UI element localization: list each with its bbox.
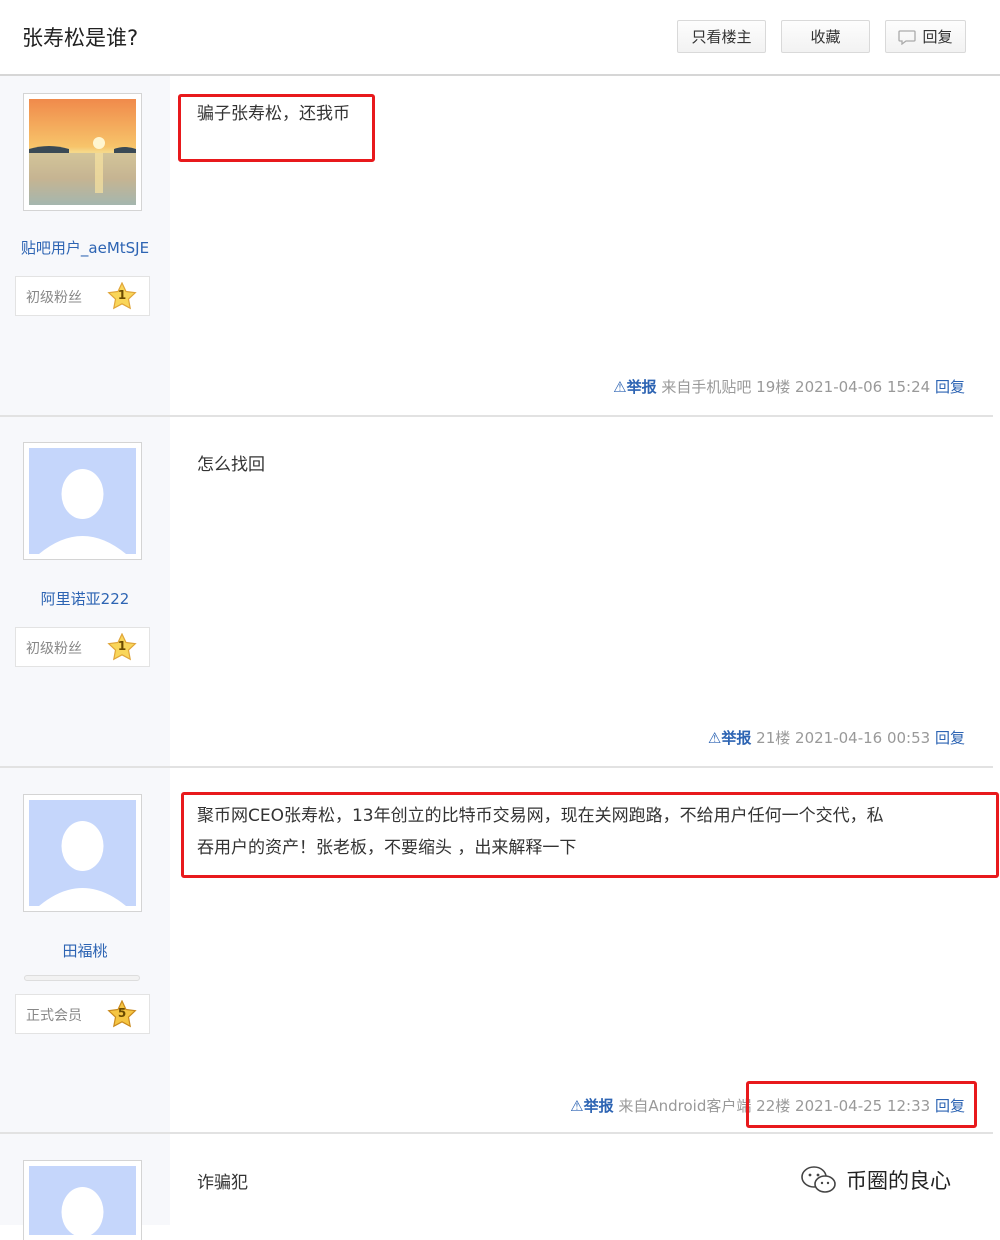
- post-time: 2021-04-16 00:53: [795, 729, 931, 747]
- post-content: 怎么找回: [197, 455, 265, 475]
- report-link[interactable]: ⚠举报: [613, 378, 656, 396]
- level-badge[interactable]: 正式会员 5: [15, 994, 150, 1034]
- avatar[interactable]: [23, 93, 142, 211]
- reply-link[interactable]: 回复: [935, 378, 965, 396]
- level-star-icon: 5: [107, 999, 137, 1028]
- experience-bar: [24, 975, 140, 981]
- username-link[interactable]: 阿里诺亚222: [0, 588, 170, 609]
- level-number: 1: [117, 288, 127, 302]
- avatar[interactable]: [23, 442, 142, 560]
- watermark-text: 币圈的良心: [846, 1169, 951, 1193]
- level-title: 正式会员: [26, 1008, 82, 1024]
- favorite-button[interactable]: 收藏: [781, 20, 870, 53]
- username-link[interactable]: 贴吧用户_aeMtSJE: [0, 237, 170, 258]
- default-avatar-icon: [29, 448, 136, 554]
- floor-number: 19楼: [756, 378, 791, 396]
- post-source: 来自手机贴吧: [661, 378, 752, 396]
- comment-icon: [898, 29, 917, 45]
- watermark: 币圈的良心: [800, 1165, 951, 1195]
- post-content: 诈骗犯: [197, 1173, 248, 1193]
- post-floor-21: 阿里诺亚222 初级粉丝 1 怎么找回 ⚠举报 21楼 2021-04-16 0…: [0, 417, 993, 768]
- reply-button-label: 回复: [922, 28, 953, 46]
- only-op-button[interactable]: 只看楼主: [677, 20, 766, 53]
- reply-button[interactable]: 回复: [885, 20, 966, 53]
- author-sidebar: 贴吧用户_aeMtSJE 初级粉丝 1: [0, 76, 170, 415]
- report-link[interactable]: ⚠举报: [708, 729, 751, 747]
- highlight-box: [178, 94, 375, 162]
- post-source: 来自Android客户端: [618, 1097, 752, 1115]
- post-meta: ⚠举报 来自手机贴吧 19楼 2021-04-06 15:24 回复: [613, 376, 965, 397]
- thread-title: 张寿松是谁?: [22, 26, 139, 50]
- post-floor-22: 田福桃 正式会员 5 聚币网CEO张寿松，13年创立的比特币交易网，现在关网跑路…: [0, 768, 999, 1134]
- highlight-box: [746, 1081, 977, 1128]
- avatar[interactable]: [23, 794, 142, 912]
- reply-link[interactable]: 回复: [935, 729, 965, 747]
- username-link[interactable]: 田福桃: [0, 940, 170, 961]
- author-sidebar: 田福桃 正式会员 5: [0, 768, 170, 1132]
- level-badge[interactable]: 初级粉丝 1: [15, 627, 150, 667]
- level-title: 初级粉丝: [26, 641, 82, 657]
- avatar[interactable]: [23, 1160, 142, 1240]
- thread-header: 张寿松是谁? 只看楼主 收藏 回复: [0, 0, 1000, 76]
- report-link[interactable]: ⚠举报: [570, 1097, 613, 1115]
- sunset-avatar-image: [29, 99, 136, 205]
- level-title: 初级粉丝: [26, 290, 82, 306]
- author-sidebar: [0, 1134, 170, 1240]
- floor-number: 21楼: [756, 729, 791, 747]
- level-star-icon: 1: [107, 632, 137, 661]
- level-star-icon: 1: [107, 281, 137, 310]
- post-meta: ⚠举报 21楼 2021-04-16 00:53 回复: [708, 727, 965, 748]
- author-sidebar: 阿里诺亚222 初级粉丝 1: [0, 417, 170, 766]
- level-number: 5: [117, 1006, 127, 1020]
- level-badge[interactable]: 初级粉丝 1: [15, 276, 150, 316]
- level-number: 1: [117, 639, 127, 653]
- wechat-icon: [801, 1166, 836, 1193]
- post-time: 2021-04-06 15:24: [795, 378, 931, 396]
- post-floor-19: 贴吧用户_aeMtSJE 初级粉丝 1 骗子张寿松，还我币 ⚠举报 来自手机贴吧…: [0, 76, 993, 417]
- default-avatar-icon: [29, 800, 136, 906]
- highlight-box: [181, 792, 999, 878]
